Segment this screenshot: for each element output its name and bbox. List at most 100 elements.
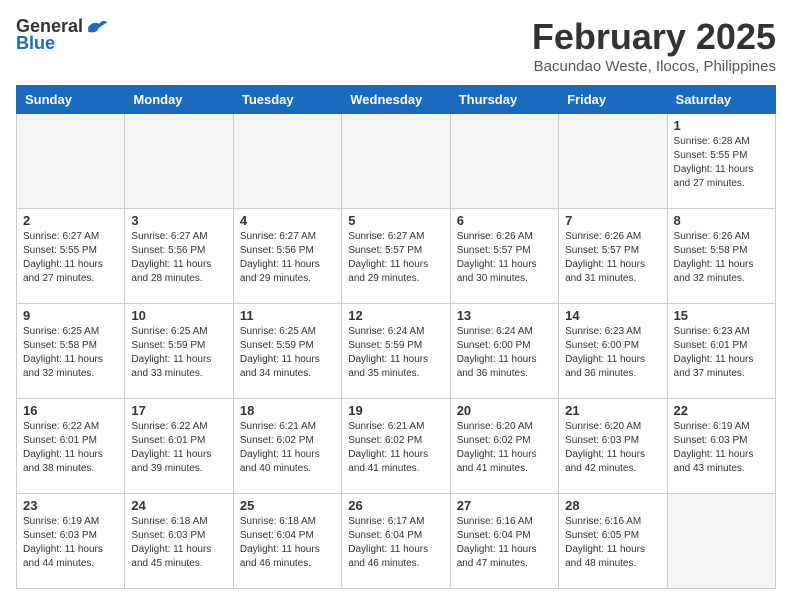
day-number: 2 <box>23 213 118 228</box>
calendar-cell <box>17 114 125 209</box>
calendar-header-monday: Monday <box>125 86 233 114</box>
day-number: 12 <box>348 308 443 323</box>
day-number: 18 <box>240 403 335 418</box>
title-area: February 2025 Bacundao Weste, Ilocos, Ph… <box>532 16 776 75</box>
calendar-week-4: 16 Sunrise: 6:22 AM Sunset: 6:01 PM Dayli… <box>17 399 776 494</box>
day-number: 21 <box>565 403 660 418</box>
calendar-cell: 13 Sunrise: 6:24 AM Sunset: 6:00 PM Dayli… <box>450 304 558 399</box>
calendar-header-saturday: Saturday <box>667 86 775 114</box>
calendar-cell: 2 Sunrise: 6:27 AM Sunset: 5:55 PM Daylig… <box>17 209 125 304</box>
calendar-cell: 25Sunrise: 6:18 AM Sunset: 6:04 PM Dayli… <box>233 494 341 589</box>
day-number: 13 <box>457 308 552 323</box>
calendar-cell: 6 Sunrise: 6:26 AM Sunset: 5:57 PM Daylig… <box>450 209 558 304</box>
day-number: 1 <box>674 118 769 133</box>
calendar-cell: 14Sunrise: 6:23 AM Sunset: 6:00 PM Dayli… <box>559 304 667 399</box>
day-info: Sunrise: 6:27 AM Sunset: 5:56 PM Dayligh… <box>240 230 335 286</box>
calendar-cell <box>667 494 775 589</box>
day-number: 9 <box>23 308 118 323</box>
day-info: Sunrise: 6:20 AM Sunset: 6:03 PM Dayligh… <box>565 420 660 476</box>
calendar-cell: 20 Sunrise: 6:20 AM Sunset: 6:02 PM Dayli… <box>450 399 558 494</box>
day-info: Sunrise: 6:19 AM Sunset: 6:03 PM Dayligh… <box>674 420 769 476</box>
day-number: 26 <box>348 498 443 513</box>
calendar-cell: 26 Sunrise: 6:17 AM Sunset: 6:04 PM Dayli… <box>342 494 450 589</box>
calendar-cell: 22 Sunrise: 6:19 AM Sunset: 6:03 PM Dayli… <box>667 399 775 494</box>
day-number: 5 <box>348 213 443 228</box>
month-year: February 2025 <box>532 16 776 58</box>
calendar-week-3: 9 Sunrise: 6:25 AM Sunset: 5:58 PM Daylig… <box>17 304 776 399</box>
day-info: Sunrise: 6:20 AM Sunset: 6:02 PM Dayligh… <box>457 420 552 476</box>
day-number: 6 <box>457 213 552 228</box>
logo-bird-icon <box>85 17 109 37</box>
day-number: 17 <box>131 403 226 418</box>
day-info: Sunrise: 6:22 AM Sunset: 6:01 PM Dayligh… <box>131 420 226 476</box>
logo-area: General Blue <box>16 16 109 54</box>
day-number: 16 <box>23 403 118 418</box>
calendar-cell: 9 Sunrise: 6:25 AM Sunset: 5:58 PM Daylig… <box>17 304 125 399</box>
day-info: Sunrise: 6:26 AM Sunset: 5:57 PM Dayligh… <box>457 230 552 286</box>
day-info: Sunrise: 6:18 AM Sunset: 6:04 PM Dayligh… <box>240 515 335 571</box>
day-number: 27 <box>457 498 552 513</box>
calendar-header-friday: Friday <box>559 86 667 114</box>
calendar-cell <box>450 114 558 209</box>
calendar-cell: 10 Sunrise: 6:25 AM Sunset: 5:59 PM Dayli… <box>125 304 233 399</box>
day-info: Sunrise: 6:25 AM Sunset: 5:59 PM Dayligh… <box>240 325 335 381</box>
day-number: 4 <box>240 213 335 228</box>
location: Bacundao Weste, Ilocos, Philippines <box>532 58 776 75</box>
calendar-cell: 16Sunrise: 6:22 AM Sunset: 6:01 PM Dayli… <box>17 399 125 494</box>
calendar-cell: 12 Sunrise: 6:24 AM Sunset: 5:59 PM Dayli… <box>342 304 450 399</box>
day-info: Sunrise: 6:21 AM Sunset: 6:02 PM Dayligh… <box>240 420 335 476</box>
day-info: Sunrise: 6:16 AM Sunset: 6:04 PM Dayligh… <box>457 515 552 571</box>
calendar-cell: 7 Sunrise: 6:26 AM Sunset: 5:57 PM Daylig… <box>559 209 667 304</box>
day-number: 7 <box>565 213 660 228</box>
calendar-cell: 28Sunrise: 6:16 AM Sunset: 6:05 PM Dayli… <box>559 494 667 589</box>
day-number: 11 <box>240 308 335 323</box>
day-number: 23 <box>23 498 118 513</box>
day-info: Sunrise: 6:25 AM Sunset: 5:58 PM Dayligh… <box>23 325 118 381</box>
calendar-cell: 1 Sunrise: 6:28 AM Sunset: 5:55 PM Daylig… <box>667 114 775 209</box>
day-info: Sunrise: 6:27 AM Sunset: 5:57 PM Dayligh… <box>348 230 443 286</box>
calendar-cell: 23 Sunrise: 6:19 AM Sunset: 6:03 PM Dayli… <box>17 494 125 589</box>
calendar-week-2: 2 Sunrise: 6:27 AM Sunset: 5:55 PM Daylig… <box>17 209 776 304</box>
calendar-header-wednesday: Wednesday <box>342 86 450 114</box>
calendar-cell: 19 Sunrise: 6:21 AM Sunset: 6:02 PM Dayli… <box>342 399 450 494</box>
calendar-cell: 17 Sunrise: 6:22 AM Sunset: 6:01 PM Dayli… <box>125 399 233 494</box>
calendar: SundayMondayTuesdayWednesdayThursdayFrid… <box>16 85 776 589</box>
day-info: Sunrise: 6:19 AM Sunset: 6:03 PM Dayligh… <box>23 515 118 571</box>
day-info: Sunrise: 6:28 AM Sunset: 5:55 PM Dayligh… <box>674 135 769 191</box>
calendar-cell <box>125 114 233 209</box>
day-number: 10 <box>131 308 226 323</box>
day-number: 8 <box>674 213 769 228</box>
day-info: Sunrise: 6:25 AM Sunset: 5:59 PM Dayligh… <box>131 325 226 381</box>
day-info: Sunrise: 6:24 AM Sunset: 5:59 PM Dayligh… <box>348 325 443 381</box>
calendar-cell <box>342 114 450 209</box>
day-info: Sunrise: 6:26 AM Sunset: 5:57 PM Dayligh… <box>565 230 660 286</box>
day-number: 19 <box>348 403 443 418</box>
calendar-header-sunday: Sunday <box>17 86 125 114</box>
calendar-cell: 24Sunrise: 6:18 AM Sunset: 6:03 PM Dayli… <box>125 494 233 589</box>
day-info: Sunrise: 6:16 AM Sunset: 6:05 PM Dayligh… <box>565 515 660 571</box>
calendar-cell <box>559 114 667 209</box>
calendar-header-thursday: Thursday <box>450 86 558 114</box>
calendar-cell: 15Sunrise: 6:23 AM Sunset: 6:01 PM Dayli… <box>667 304 775 399</box>
header: General Blue February 2025 Bacundao West… <box>16 16 776 75</box>
calendar-cell: 4 Sunrise: 6:27 AM Sunset: 5:56 PM Daylig… <box>233 209 341 304</box>
calendar-week-5: 23 Sunrise: 6:19 AM Sunset: 6:03 PM Dayli… <box>17 494 776 589</box>
day-number: 20 <box>457 403 552 418</box>
calendar-cell: 21 Sunrise: 6:20 AM Sunset: 6:03 PM Dayli… <box>559 399 667 494</box>
calendar-cell: 8Sunrise: 6:26 AM Sunset: 5:58 PM Daylig… <box>667 209 775 304</box>
day-info: Sunrise: 6:23 AM Sunset: 6:00 PM Dayligh… <box>565 325 660 381</box>
calendar-cell: 11 Sunrise: 6:25 AM Sunset: 5:59 PM Dayli… <box>233 304 341 399</box>
logo-blue-text: Blue <box>16 33 55 54</box>
calendar-week-1: 1 Sunrise: 6:28 AM Sunset: 5:55 PM Daylig… <box>17 114 776 209</box>
day-info: Sunrise: 6:24 AM Sunset: 6:00 PM Dayligh… <box>457 325 552 381</box>
calendar-header-tuesday: Tuesday <box>233 86 341 114</box>
day-info: Sunrise: 6:27 AM Sunset: 5:55 PM Dayligh… <box>23 230 118 286</box>
day-info: Sunrise: 6:17 AM Sunset: 6:04 PM Dayligh… <box>348 515 443 571</box>
day-number: 3 <box>131 213 226 228</box>
calendar-cell: 5 Sunrise: 6:27 AM Sunset: 5:57 PM Daylig… <box>342 209 450 304</box>
day-info: Sunrise: 6:18 AM Sunset: 6:03 PM Dayligh… <box>131 515 226 571</box>
day-info: Sunrise: 6:21 AM Sunset: 6:02 PM Dayligh… <box>348 420 443 476</box>
day-info: Sunrise: 6:27 AM Sunset: 5:56 PM Dayligh… <box>131 230 226 286</box>
day-number: 22 <box>674 403 769 418</box>
calendar-cell <box>233 114 341 209</box>
